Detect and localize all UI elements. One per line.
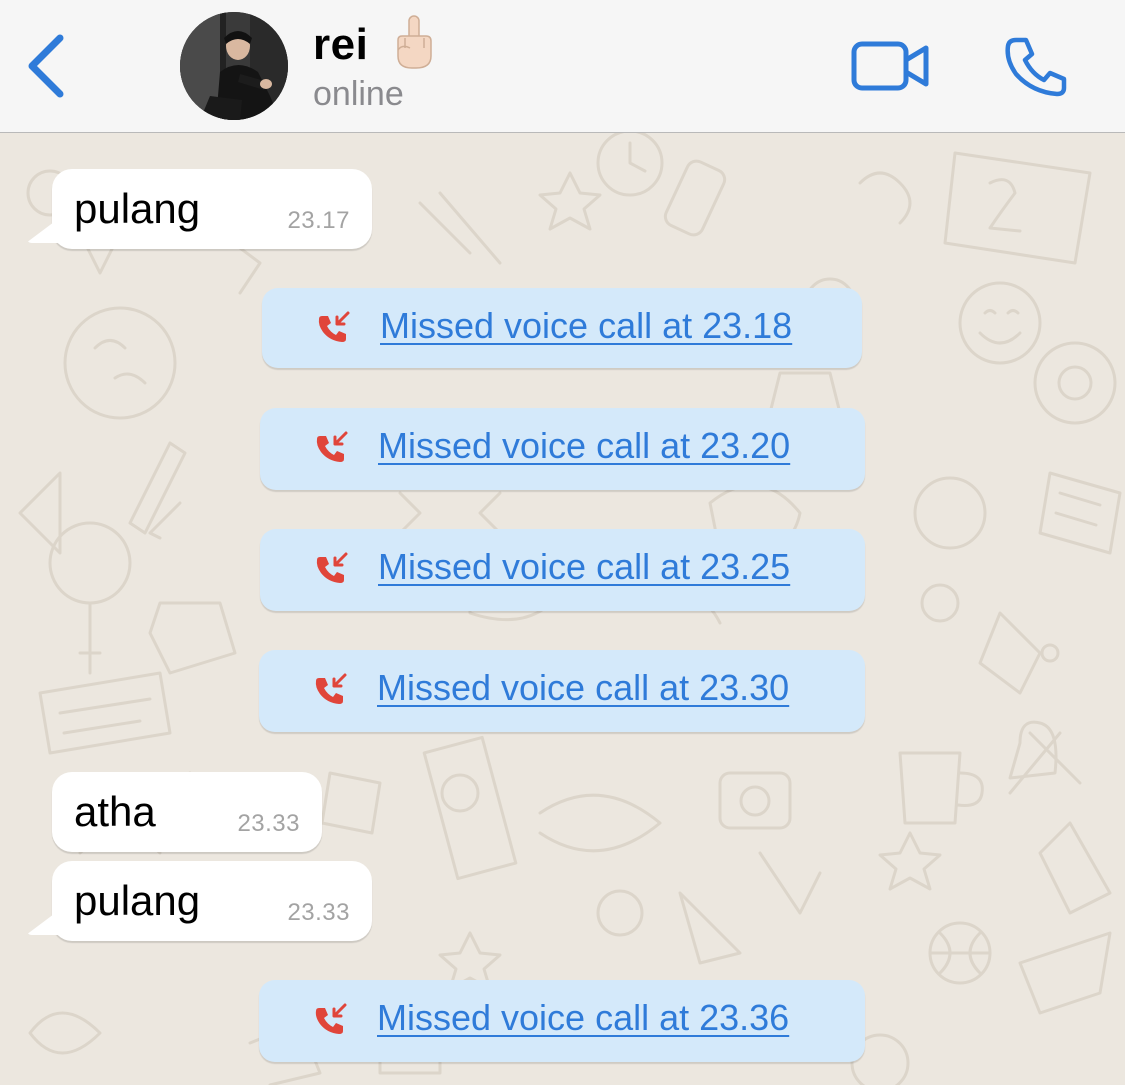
- incoming-message[interactable]: pulang 23.17: [52, 169, 372, 249]
- missed-call-icon: [315, 673, 347, 704]
- missed-call-notice[interactable]: Missed voice call at 23.36: [259, 980, 865, 1062]
- avatar-photo: [180, 12, 288, 120]
- back-button[interactable]: [22, 30, 72, 102]
- missed-call-icon: [315, 1003, 347, 1034]
- contact-name[interactable]: rei: [313, 20, 368, 70]
- missed-call-notice[interactable]: Missed voice call at 23.20: [260, 408, 865, 490]
- missed-call-icon: [316, 431, 348, 462]
- incoming-message[interactable]: atha 23.33: [52, 772, 322, 852]
- missed-call-text[interactable]: Missed voice call at 23.36: [377, 997, 789, 1039]
- chevron-left-icon: [28, 34, 64, 98]
- middle-finger-emoji-icon: [397, 15, 432, 69]
- contact-status: online: [313, 75, 404, 113]
- incoming-message[interactable]: pulang 23.33: [52, 861, 372, 941]
- missed-call-text[interactable]: Missed voice call at 23.18: [380, 305, 792, 347]
- missed-call-notice[interactable]: Missed voice call at 23.30: [259, 650, 865, 732]
- avatar[interactable]: [180, 12, 288, 120]
- missed-call-notice[interactable]: Missed voice call at 23.25: [260, 529, 865, 611]
- voice-call-button[interactable]: [1002, 34, 1068, 98]
- video-camera-icon: [851, 41, 929, 91]
- message-text: pulang: [74, 877, 201, 924]
- chat-header: rei online: [0, 0, 1125, 133]
- missed-call-text[interactable]: Missed voice call at 23.20: [378, 425, 790, 467]
- missed-call-notice[interactable]: Missed voice call at 23.18: [262, 288, 862, 368]
- missed-call-text[interactable]: Missed voice call at 23.25: [378, 546, 790, 588]
- missed-call-icon: [318, 311, 350, 342]
- phone-icon: [1005, 37, 1067, 97]
- missed-call-icon: [316, 552, 348, 583]
- message-text: atha: [74, 788, 156, 835]
- message-text: pulang: [74, 185, 201, 232]
- chat-area[interactable]: pulang 23.17 Missed voice call at 23.18 …: [0, 133, 1125, 1085]
- message-time: 23.33: [287, 899, 350, 926]
- message-time: 23.17: [287, 207, 350, 234]
- video-call-button[interactable]: [850, 38, 932, 94]
- message-time: 23.33: [237, 810, 300, 837]
- missed-call-text[interactable]: Missed voice call at 23.30: [377, 667, 789, 709]
